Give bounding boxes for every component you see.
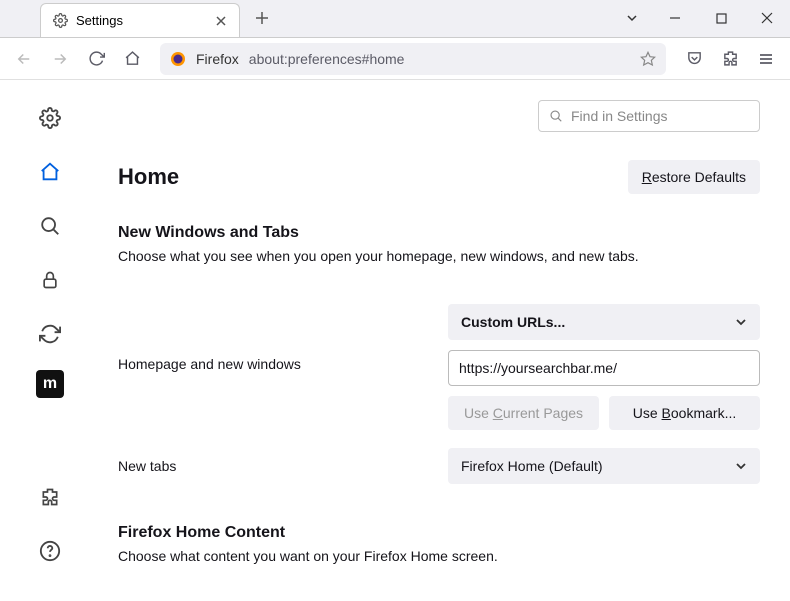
menu-button[interactable]: [750, 43, 782, 75]
newtabs-label: New tabs: [118, 458, 448, 474]
section-home-content-desc: Choose what content you want on your Fir…: [118, 548, 760, 564]
tab-settings[interactable]: Settings: [40, 3, 240, 37]
close-window-button[interactable]: [744, 0, 790, 37]
sidebar: m: [0, 80, 100, 601]
homepage-dropdown[interactable]: Custom URLs...: [448, 304, 760, 340]
brand-label: Firefox: [196, 51, 239, 67]
pocket-button[interactable]: [678, 43, 710, 75]
maximize-button[interactable]: [698, 0, 744, 37]
firefox-icon: [170, 51, 186, 67]
gear-icon: [53, 13, 68, 28]
home-button[interactable]: [116, 43, 148, 75]
sidebar-item-sync[interactable]: [32, 316, 68, 352]
tabs-dropdown-button[interactable]: [612, 0, 652, 37]
homepage-label: Homepage and new windows: [118, 304, 448, 372]
sidebar-item-extensions[interactable]: [32, 479, 68, 515]
sidebar-item-general[interactable]: [32, 100, 68, 136]
sidebar-item-privacy[interactable]: [32, 262, 68, 298]
section-home-content-title: Firefox Home Content: [118, 524, 760, 542]
homepage-dropdown-value: Custom URLs...: [461, 314, 565, 330]
section-new-windows-title: New Windows and Tabs: [118, 224, 760, 242]
sidebar-item-search[interactable]: [32, 208, 68, 244]
reload-button[interactable]: [80, 43, 112, 75]
url-bar[interactable]: Firefox about:preferences#home: [160, 43, 666, 75]
homepage-url-input[interactable]: [448, 350, 760, 386]
chevron-down-icon: [735, 460, 747, 472]
find-in-settings-input[interactable]: Find in Settings: [538, 100, 760, 132]
tab-title: Settings: [76, 13, 123, 28]
minimize-button[interactable]: [652, 0, 698, 37]
toolbar: Firefox about:preferences#home: [0, 38, 790, 80]
find-placeholder: Find in Settings: [571, 108, 668, 124]
bookmark-star-icon[interactable]: [640, 51, 656, 67]
forward-button[interactable]: [44, 43, 76, 75]
newtabs-dropdown-value: Firefox Home (Default): [461, 458, 603, 474]
close-icon[interactable]: [215, 15, 227, 27]
extensions-button[interactable]: [714, 43, 746, 75]
search-icon: [549, 109, 563, 123]
main-content: Find in Settings Home Restore Defaults N…: [100, 80, 790, 601]
use-current-pages-button[interactable]: Use Current Pages: [448, 396, 599, 430]
titlebar: Settings: [0, 0, 790, 38]
restore-defaults-button[interactable]: Restore Defaults: [628, 160, 760, 194]
section-new-windows-desc: Choose what you see when you open your h…: [118, 248, 760, 264]
use-bookmark-button[interactable]: Use Bookmark...: [609, 396, 760, 430]
back-button[interactable]: [8, 43, 40, 75]
sidebar-item-mozilla[interactable]: m: [36, 370, 64, 398]
url-text: about:preferences#home: [249, 51, 630, 67]
page-title: Home: [118, 164, 179, 190]
sidebar-item-help[interactable]: [32, 533, 68, 569]
newtabs-dropdown[interactable]: Firefox Home (Default): [448, 448, 760, 484]
chevron-down-icon: [735, 316, 747, 328]
content: m Find in Settings Home Restore Defaults…: [0, 80, 790, 601]
new-tab-button[interactable]: [248, 4, 276, 32]
sidebar-item-home[interactable]: [32, 154, 68, 190]
window-controls: [612, 0, 790, 37]
tabstrip: Settings: [0, 0, 276, 37]
